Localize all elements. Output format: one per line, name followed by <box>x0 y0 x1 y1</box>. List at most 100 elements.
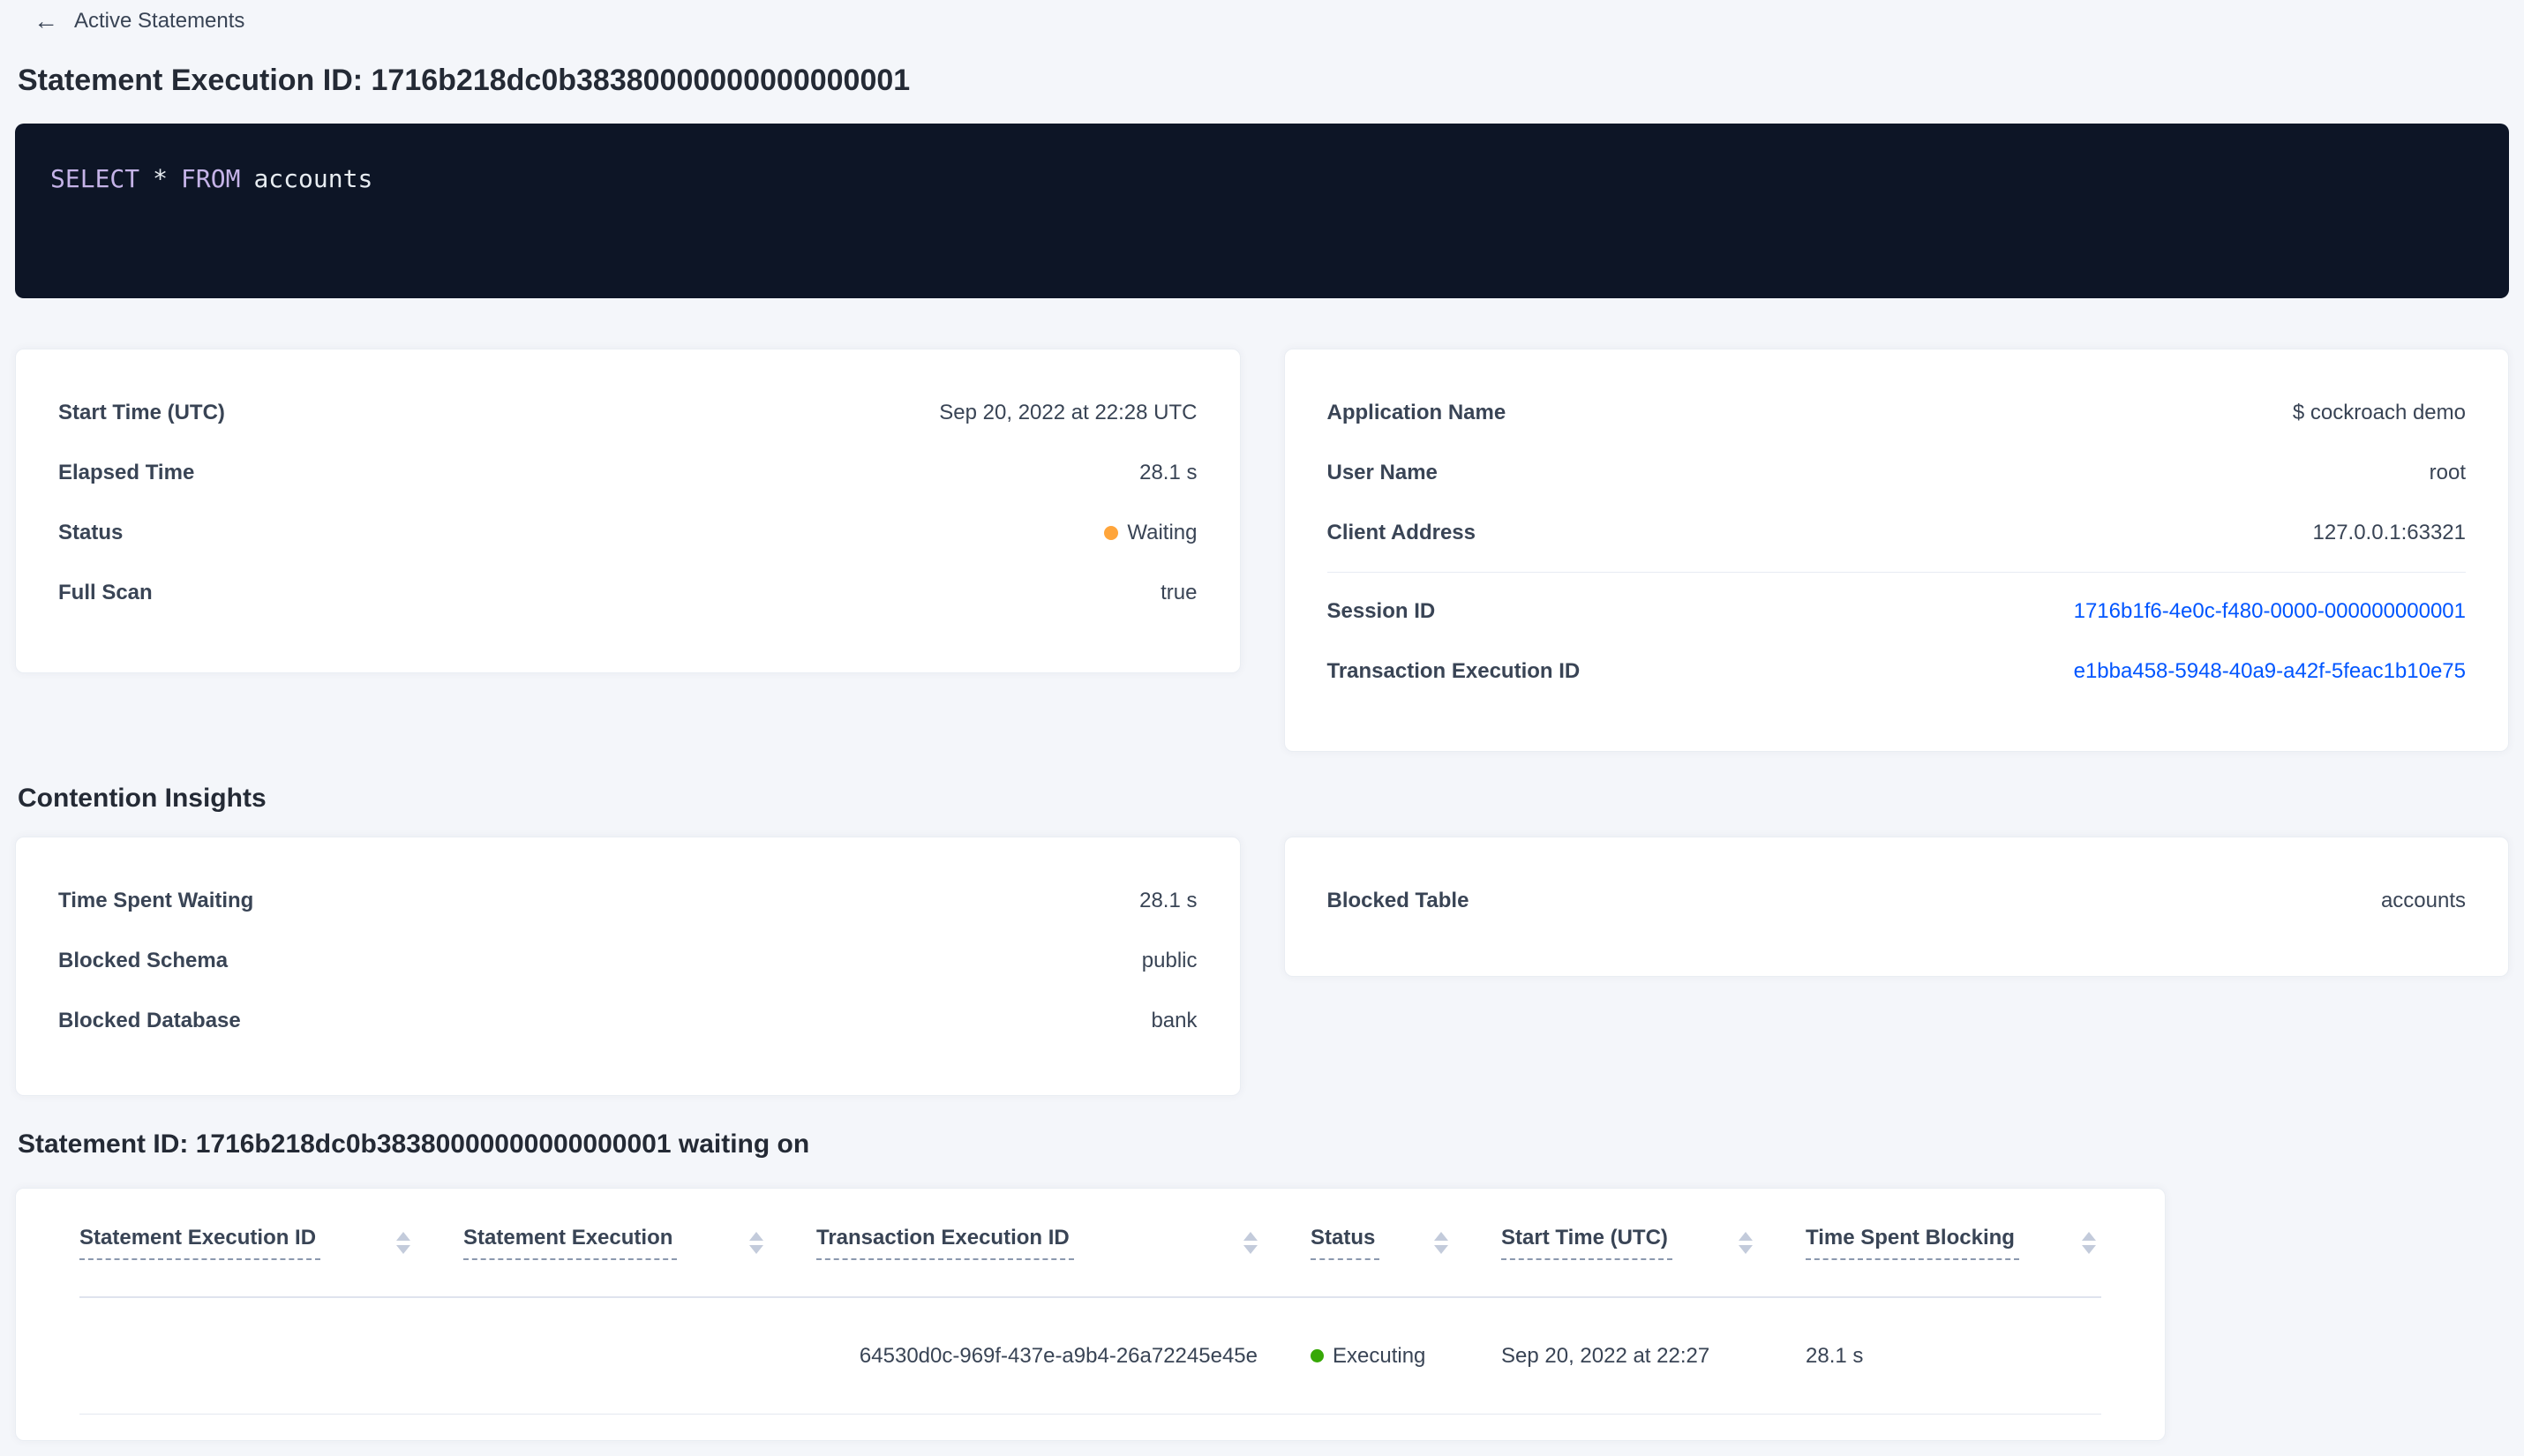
sort-down-arrow-icon <box>396 1244 410 1254</box>
back-arrow-icon: ← <box>34 7 58 34</box>
blocked-schema-label: Blocked Schema <box>58 949 229 972</box>
status-value: Waiting <box>1104 521 1198 545</box>
back-link-active-statements[interactable]: ← Active Statements <box>34 9 244 34</box>
blocked-database-value: bank <box>1151 1009 1198 1032</box>
status-label: Status <box>58 521 124 544</box>
summary-row-full-scan: Full Scan true <box>58 563 1198 623</box>
column-header-statement-execution[interactable]: Statement Execution <box>463 1189 816 1296</box>
sort-icon[interactable] <box>2082 1231 2096 1254</box>
sql-star: * <box>153 164 169 193</box>
blocked-table-label: Blocked Table <box>1326 889 1469 912</box>
card-divider <box>1326 572 2466 573</box>
column-header-label[interactable]: Status <box>1311 1226 1380 1260</box>
sort-down-arrow-icon <box>1243 1244 1258 1254</box>
status-executing-dot-icon <box>1311 1349 1324 1362</box>
column-header-status[interactable]: Status <box>1311 1189 1501 1296</box>
page-title: Statement Execution ID: 1716b218dc0b3838… <box>18 64 911 97</box>
summary-row-blocked-schema: Blocked Schema public <box>58 931 1198 991</box>
column-header-start-time[interactable]: Start Time (UTC) <box>1501 1189 1806 1296</box>
sort-down-arrow-icon <box>1739 1244 1753 1254</box>
sort-up-arrow-icon <box>396 1231 410 1241</box>
application-name-value: $ cockroach demo <box>2292 401 2466 424</box>
waiting-on-table-header-row: Statement Execution ID Statement Executi… <box>79 1189 2101 1298</box>
cell-statement-execution <box>463 1298 816 1414</box>
column-header-label[interactable]: Start Time (UTC) <box>1501 1226 1672 1260</box>
summary-row-transaction-execution-id: Transaction Execution ID e1bba458-5948-4… <box>1327 642 2467 702</box>
column-header-statement-execution-id[interactable]: Statement Execution ID <box>79 1189 463 1296</box>
column-header-label[interactable]: Transaction Execution ID <box>816 1226 1074 1260</box>
cell-statement-execution-id <box>79 1298 463 1414</box>
contention-card-right: Blocked Table accounts <box>1283 837 2509 977</box>
summary-row-blocked-database: Blocked Database bank <box>58 991 1198 1051</box>
summary-row-start-time: Start Time (UTC) Sep 20, 2022 at 22:28 U… <box>58 383 1198 443</box>
summary-row-blocked-table: Blocked Table accounts <box>1327 871 2467 931</box>
sort-down-arrow-icon <box>2082 1244 2096 1254</box>
client-address-label: Client Address <box>1326 521 1476 544</box>
time-spent-waiting-value: 28.1 s <box>1139 889 1198 912</box>
table-row: 64530d0c-969f-437e-a9b4-26a72245e45e Exe… <box>79 1298 2101 1415</box>
sort-up-arrow-icon <box>2082 1231 2096 1241</box>
blocked-schema-value: public <box>1141 949 1198 972</box>
application-name-label: Application Name <box>1326 401 1506 424</box>
status-executing-text: Executing <box>1333 1343 1426 1368</box>
waiting-on-table-card: Statement Execution ID Statement Executi… <box>15 1188 2166 1441</box>
sql-keyword-select: SELECT <box>50 164 140 193</box>
cell-status: Executing <box>1311 1298 1501 1414</box>
sort-icon[interactable] <box>1739 1231 1753 1254</box>
summary-row-session-id: Session ID 1716b1f6-4e0c-f480-0000-00000… <box>1327 582 2467 642</box>
summary-row-client-address: Client Address 127.0.0.1:63321 <box>1327 503 2467 563</box>
overview-card-left: Start Time (UTC) Sep 20, 2022 at 22:28 U… <box>15 349 1241 673</box>
back-link-label: Active Statements <box>74 9 245 33</box>
column-header-label[interactable]: Statement Execution ID <box>79 1226 321 1260</box>
elapsed-time-label: Elapsed Time <box>58 461 195 484</box>
sort-up-arrow-icon <box>1739 1231 1753 1241</box>
blocked-table-value: accounts <box>2380 889 2466 912</box>
sort-icon[interactable] <box>749 1231 763 1254</box>
cell-time-spent-blocking: 28.1 s <box>1806 1343 1864 1368</box>
status-waiting-text: Waiting <box>1127 521 1198 544</box>
summary-row-user-name: User Name root <box>1327 443 2467 503</box>
sort-up-arrow-icon <box>1434 1231 1448 1241</box>
blocked-database-label: Blocked Database <box>58 1009 241 1032</box>
full-scan-label: Full Scan <box>58 581 153 604</box>
summary-row-elapsed-time: Elapsed Time 28.1 s <box>58 443 1198 503</box>
time-spent-waiting-label: Time Spent Waiting <box>58 889 254 912</box>
user-name-value: root <box>2429 461 2466 484</box>
sort-up-arrow-icon <box>749 1231 763 1241</box>
sql-keyword-from: FROM <box>181 164 241 193</box>
column-header-label[interactable]: Time Spent Blocking <box>1806 1226 2019 1260</box>
waiting-on-section-title: Statement ID: 1716b218dc0b38380000000000… <box>18 1130 810 1159</box>
client-address-value: 127.0.0.1:63321 <box>2312 521 2467 544</box>
elapsed-time-value: 28.1 s <box>1139 461 1198 484</box>
sql-table-name: accounts <box>253 164 373 193</box>
summary-row-time-spent-waiting: Time Spent Waiting 28.1 s <box>58 871 1198 931</box>
transaction-execution-id-label: Transaction Execution ID <box>1326 659 1581 683</box>
sort-icon[interactable] <box>396 1231 410 1254</box>
user-name-label: User Name <box>1326 461 1438 484</box>
cell-transaction-execution-id: 64530d0c-969f-437e-a9b4-26a72245e45e <box>859 1343 1258 1368</box>
overview-cards-row: Start Time (UTC) Sep 20, 2022 at 22:28 U… <box>15 349 2509 752</box>
contention-card-left: Time Spent Waiting 28.1 s Blocked Schema… <box>15 837 1241 1096</box>
summary-row-application-name: Application Name $ cockroach demo <box>1327 383 2467 443</box>
full-scan-value: true <box>1161 581 1198 604</box>
column-header-transaction-execution-id[interactable]: Transaction Execution ID <box>816 1189 1311 1296</box>
start-time-value: Sep 20, 2022 at 22:28 UTC <box>939 401 1198 424</box>
cell-start-time: Sep 20, 2022 at 22:27 <box>1501 1343 1710 1368</box>
session-id-link[interactable]: 1716b1f6-4e0c-f480-0000-000000000001 <box>2074 599 2466 624</box>
column-header-time-spent-blocking[interactable]: Time Spent Blocking <box>1806 1189 2101 1296</box>
sort-icon[interactable] <box>1243 1231 1258 1254</box>
transaction-execution-id-link[interactable]: e1bba458-5948-40a9-a42f-5feac1b10e75 <box>2074 659 2466 684</box>
contention-insights-title: Contention Insights <box>18 784 267 813</box>
column-header-label[interactable]: Statement Execution <box>463 1226 678 1260</box>
sort-down-arrow-icon <box>749 1244 763 1254</box>
session-id-label: Session ID <box>1326 599 1436 623</box>
contention-cards-row: Time Spent Waiting 28.1 s Blocked Schema… <box>15 837 2509 1096</box>
sort-icon[interactable] <box>1434 1231 1448 1254</box>
sql-statement-box: SELECT * FROM accounts <box>15 124 2509 298</box>
sort-up-arrow-icon <box>1243 1231 1258 1241</box>
summary-row-status: Status Waiting <box>58 503 1198 563</box>
sql-statement-line: SELECT * FROM accounts <box>50 164 2474 193</box>
statement-execution-details-page: ← Active Statements Statement Execution … <box>0 0 2524 1441</box>
sort-down-arrow-icon <box>1434 1244 1448 1254</box>
start-time-label: Start Time (UTC) <box>58 401 225 424</box>
